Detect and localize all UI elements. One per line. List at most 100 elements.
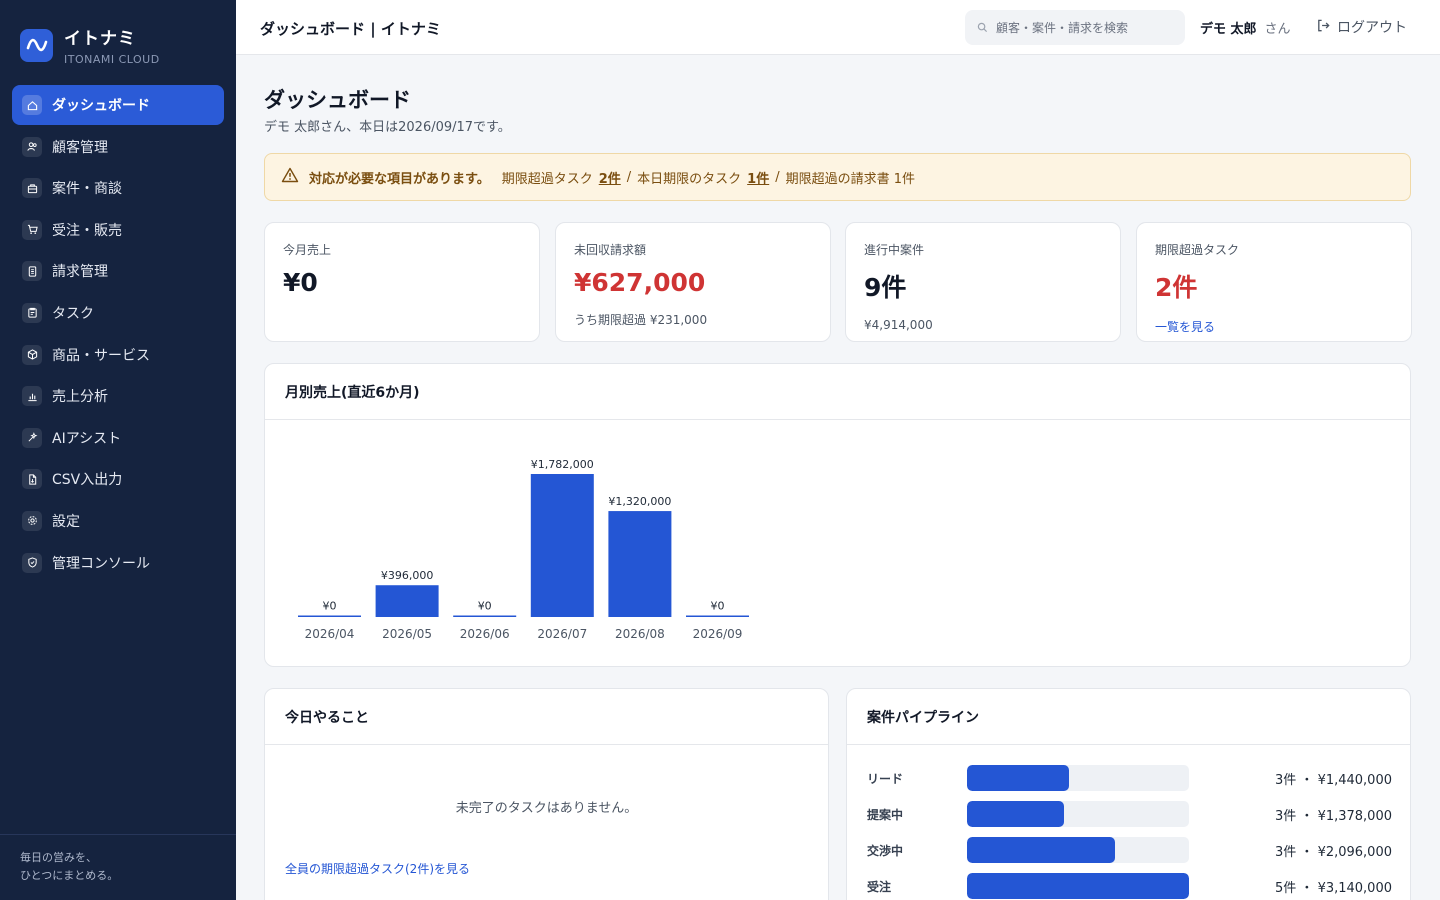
pipeline-stage-value: 3件 ・ ¥2,096,000 <box>1275 844 1392 860</box>
logout-icon <box>1316 18 1331 37</box>
logout-button[interactable]: ログアウト <box>1316 17 1407 37</box>
pipeline-stage-value: 5件 ・ ¥3,140,000 <box>1275 880 1392 896</box>
chart-value-label: ¥1,320,000 <box>608 495 671 508</box>
overdue-tasks-link[interactable]: 全員の期限超過タスク(2件)を見る <box>285 860 470 877</box>
pipeline-stage-label: 交渉中 <box>867 843 904 858</box>
pipeline-card: 案件パイプライン リード 3件 ・ ¥1,440,000 提案中 3件 ・ ¥1… <box>846 688 1411 900</box>
sidebar-item-label: 売上分析 <box>52 389 108 406</box>
chart-value-label: ¥396,000 <box>381 569 434 582</box>
sidebar-tagline: 毎日の営みを、 ひとつにまとめる。 <box>0 834 236 899</box>
pipeline-row[interactable]: 提案中 3件 ・ ¥1,378,000 <box>867 801 1392 827</box>
chart-category-label: 2026/06 <box>460 627 510 641</box>
wave-logo-icon <box>20 28 53 62</box>
brand-subtitle: ITONAMI CLOUD <box>64 53 160 66</box>
sidebar-item-label: ダッシュボード <box>52 98 150 114</box>
kpi-label: 未回収請求額 <box>574 243 647 257</box>
pipeline-row[interactable]: 受注 5件 ・ ¥3,140,000 <box>867 873 1392 899</box>
card-title: 案件パイプライン <box>847 689 1410 745</box>
alert-overdue-invoices: 期限超過の請求書 1件 <box>785 171 916 187</box>
top-header: ダッシュボード | イトナミ デモ 太郎さん ログアウト <box>236 0 1440 55</box>
today-tasks-card: 今日やること 未完了のタスクはありません。 全員の期限超過タスク(2件)を見る <box>264 688 829 900</box>
shield-icon <box>22 552 42 573</box>
alert-due-today-label: 本日期限のタスク <box>637 171 742 187</box>
kpi-card-overdue-tasks: 期限超過タスク 2件 一覧を見る <box>1136 222 1412 342</box>
monthly-sales-chart: ¥0 2026/04 ¥396,000 2026/05 ¥0 2026/06 ¥1,782,… <box>298 458 749 641</box>
chart-value-label: ¥0 <box>323 600 337 613</box>
alert-separator: / <box>775 169 780 185</box>
pipeline-bar-track <box>967 873 1189 899</box>
sidebar-item-tasks[interactable]: タスク <box>12 293 224 333</box>
alert-due-today-link[interactable]: 1件 <box>747 168 769 187</box>
kpi-label: 期限超過タスク <box>1155 243 1240 257</box>
pipeline-stage-value: 3件 ・ ¥1,378,000 <box>1275 808 1392 824</box>
users-icon <box>22 136 42 157</box>
briefcase-icon <box>22 178 42 199</box>
chart-category-label: 2026/08 <box>615 627 665 641</box>
sidebar-item-analytics[interactable]: 売上分析 <box>12 376 224 416</box>
sidebar-item-customers[interactable]: 顧客管理 <box>12 127 224 167</box>
logout-label: ログアウト <box>1337 20 1407 36</box>
search-icon <box>977 18 988 37</box>
sidebar-item-ai-assist[interactable]: AIアシスト <box>12 418 224 458</box>
user-suffix: さん <box>1264 22 1291 37</box>
sidebar-item-label: 設定 <box>52 513 80 530</box>
gear-icon <box>22 510 42 531</box>
action-required-alert: 対応が必要な項目があります。 期限超過タスク 2件 / 本日期限のタスク 1件 … <box>264 153 1411 201</box>
chart-area: ¥0 2026/04 ¥396,000 2026/05 ¥0 2026/06 ¥1,782,… <box>265 421 1410 665</box>
sidebar-item-label: 商品・サービス <box>52 347 150 364</box>
page-subtitle: デモ 太郎さん、本日は2026/09/17です。 <box>264 120 511 135</box>
pipeline-stage-label: 受注 <box>867 879 892 894</box>
bar-chart-icon <box>22 386 42 407</box>
pipeline-stage-value: 3件 ・ ¥1,440,000 <box>1275 772 1392 788</box>
pipeline-bar-track <box>967 837 1189 863</box>
sidebar-item-label: 請求管理 <box>52 264 108 281</box>
kpi-value: ¥0 <box>283 268 318 297</box>
card-title: 今日やること <box>265 689 828 745</box>
search-box[interactable] <box>965 10 1185 45</box>
sidebar-item-admin-console[interactable]: 管理コンソール <box>12 543 224 583</box>
sidebar-item-label: AIアシスト <box>52 430 122 447</box>
brand[interactable]: イトナミ ITONAMI CLOUD <box>20 24 160 66</box>
sidebar-item-settings[interactable]: 設定 <box>12 501 224 541</box>
search-input[interactable] <box>996 20 1176 35</box>
sidebar-nav: ダッシュボード 顧客管理 案件・商談 受注・販売 請求管理 タスク 商品・サービ… <box>12 85 224 584</box>
chart-category-label: 2026/05 <box>382 627 432 641</box>
cart-icon <box>22 219 42 240</box>
sidebar: イトナミ ITONAMI CLOUD ダッシュボード 顧客管理 案件・商談 受注… <box>0 0 236 900</box>
chart-category-label: 2026/04 <box>305 627 355 641</box>
home-icon <box>22 95 42 115</box>
sidebar-item-products[interactable]: 商品・サービス <box>12 335 224 375</box>
pipeline-bar-track <box>967 765 1189 791</box>
kpi-label: 進行中案件 <box>864 243 925 257</box>
kpi-label: 今月売上 <box>283 243 332 257</box>
alert-overdue-tasks-label: 期限超過タスク <box>501 171 593 187</box>
sidebar-item-label: CSV入出力 <box>52 472 123 489</box>
chart-bar <box>375 585 439 617</box>
chart-value-label: ¥0 <box>478 600 492 613</box>
sidebar-item-orders[interactable]: 受注・販売 <box>12 210 224 250</box>
kpi-value: ¥627,000 <box>574 268 706 297</box>
alert-overdue-tasks-link[interactable]: 2件 <box>599 168 621 187</box>
sidebar-item-csv[interactable]: CSV入出力 <box>12 459 224 499</box>
kpi-view-list-link[interactable]: 一覧を見る <box>1155 318 1215 335</box>
tagline-line-2: ひとつにまとめる。 <box>20 869 119 882</box>
sidebar-item-deals[interactable]: 案件・商談 <box>12 168 224 208</box>
chart-bar <box>298 615 361 617</box>
chart-bar <box>530 474 594 617</box>
sidebar-item-dashboard[interactable]: ダッシュボード <box>12 85 224 125</box>
file-icon <box>22 469 42 490</box>
pipeline-bar-fill <box>967 801 1065 827</box>
pipeline-stage-label: リード <box>867 771 904 786</box>
kpi-value: 9件 <box>864 273 907 302</box>
kpi-card-outstanding-invoices: 未回収請求額 ¥627,000 うち期限超過 ¥231,000 <box>555 222 831 342</box>
sidebar-item-label: 管理コンソール <box>52 555 150 572</box>
kpi-sub: ¥4,914,000 <box>864 318 933 332</box>
pipeline-row[interactable]: 交渉中 3件 ・ ¥2,096,000 <box>867 837 1392 863</box>
pipeline-row[interactable]: リード 3件 ・ ¥1,440,000 <box>867 765 1392 791</box>
header-title: ダッシュボード | イトナミ <box>260 20 441 38</box>
sidebar-item-invoices[interactable]: 請求管理 <box>12 251 224 291</box>
page-title: ダッシュボード <box>264 88 411 112</box>
empty-tasks-message: 未完了のタスクはありません。 <box>455 801 638 816</box>
box-icon <box>22 344 42 365</box>
clipboard-icon <box>22 302 42 323</box>
